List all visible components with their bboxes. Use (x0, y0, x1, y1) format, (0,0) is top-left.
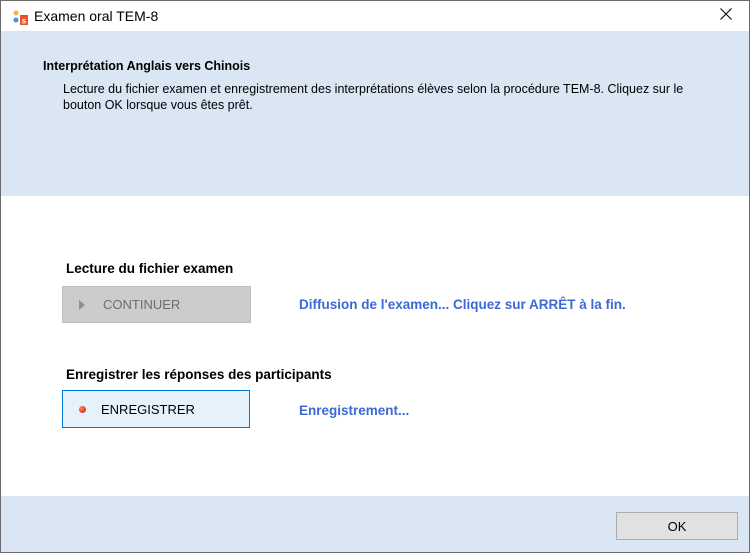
svg-text:s: s (22, 17, 27, 26)
playback-status: Diffusion de l'examen... Cliquez sur ARR… (299, 297, 626, 312)
close-button[interactable] (703, 1, 749, 31)
record-icon (67, 405, 97, 413)
close-icon (720, 7, 732, 25)
playback-section-label: Lecture du fichier examen (66, 261, 234, 276)
recording-section-label: Enregistrer les réponses des participant… (66, 367, 332, 382)
footer-panel: OK (1, 496, 749, 552)
recording-status: Enregistrement... (299, 403, 410, 418)
header-title: Interprétation Anglais vers Chinois (43, 59, 251, 73)
continue-button[interactable]: CONTINUER (62, 286, 251, 323)
header-panel (1, 31, 749, 196)
content-area (1, 196, 749, 496)
window-title: Examen oral TEM-8 (34, 8, 159, 24)
play-icon (67, 299, 97, 310)
app-icon: s (12, 9, 28, 26)
record-button-label: ENREGISTRER (101, 401, 195, 417)
continue-button-label: CONTINUER (103, 297, 181, 312)
dialog-window: s Examen oral TEM-8 Interprétation Angla… (0, 0, 750, 553)
header-description: Lecture du fichier examen et enregistrem… (63, 82, 684, 112)
title-bar: s Examen oral TEM-8 (1, 1, 749, 31)
ok-button[interactable]: OK (616, 512, 738, 540)
record-button[interactable]: ENREGISTRER (62, 390, 250, 428)
